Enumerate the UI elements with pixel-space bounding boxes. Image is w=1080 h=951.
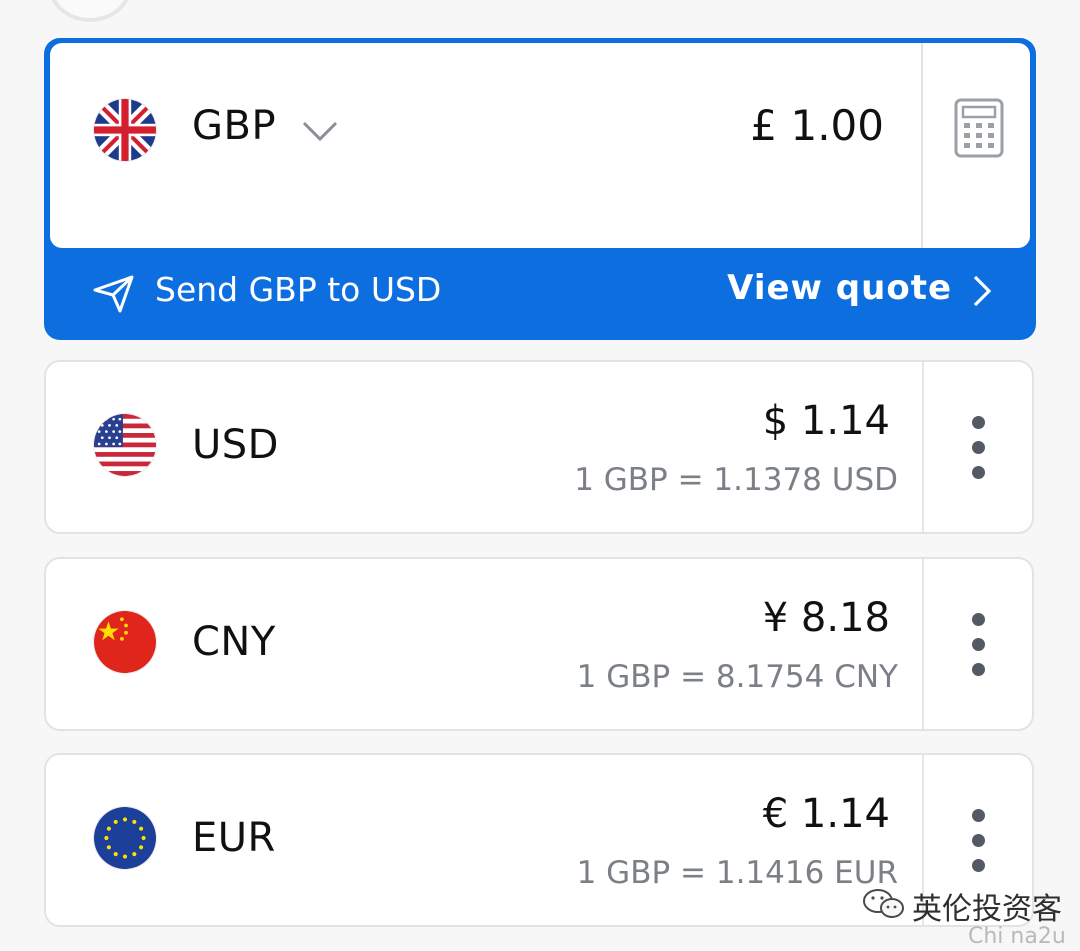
currency-code: USD — [192, 422, 279, 468]
send-icon — [93, 275, 134, 313]
divider — [922, 559, 924, 729]
uk-flag-icon — [94, 99, 156, 161]
divider — [921, 43, 923, 248]
currency-card-usd[interactable]: USD $ 1.14 1 GBP = 1.1378 USD — [44, 360, 1034, 534]
more-options-icon[interactable] — [964, 805, 994, 875]
more-options-icon[interactable] — [964, 609, 994, 679]
watermark-text: 英伦投资客 — [912, 892, 1062, 927]
send-money-row[interactable]: Send GBP to USD View quote — [44, 248, 1036, 340]
cn-flag-icon — [94, 611, 156, 673]
us-flag-icon — [94, 414, 156, 476]
currency-code: CNY — [192, 619, 276, 665]
exchange-rate: 1 GBP = 1.1416 EUR — [576, 855, 898, 891]
exchange-rate: 1 GBP = 8.1754 CNY — [576, 659, 898, 695]
currency-code: EUR — [192, 815, 276, 861]
currency-card-cny[interactable]: CNY ¥ 8.18 1 GBP = 8.1754 CNY — [44, 557, 1034, 731]
divider — [922, 362, 924, 532]
base-currency-panel: GBP £ 1.00 Send GBP to USD View quote — [44, 38, 1036, 340]
calculator-icon[interactable] — [954, 98, 1004, 158]
converted-value: $ 1.14 — [762, 398, 890, 444]
converted-value: € 1.14 — [762, 791, 890, 837]
base-amount-input[interactable]: £ 1.00 — [750, 101, 884, 150]
eu-flag-icon — [94, 807, 156, 869]
chevron-right-icon[interactable] — [972, 274, 992, 308]
watermark-subtext: Chi na2u — [968, 924, 1066, 949]
partial-avatar — [48, 0, 132, 22]
view-quote-link[interactable]: View quote — [727, 268, 952, 308]
chevron-down-icon[interactable] — [302, 119, 338, 143]
base-currency-row: GBP £ 1.00 — [50, 43, 1030, 248]
wechat-icon — [863, 889, 904, 918]
send-label: Send GBP to USD — [155, 270, 442, 309]
base-currency-code[interactable]: GBP — [192, 103, 276, 149]
exchange-rate: 1 GBP = 1.1378 USD — [574, 462, 898, 498]
more-options-icon[interactable] — [964, 412, 994, 482]
converted-value: ¥ 8.18 — [762, 595, 890, 641]
